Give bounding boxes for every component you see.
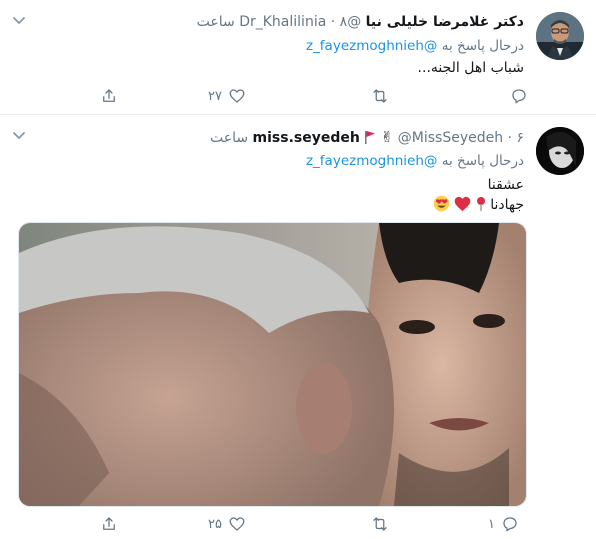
like-count: ۲۷ [208,88,222,104]
replying-to: درحال پاسخ به @z_fayezmoghnieh [30,151,524,171]
display-name[interactable]: دکتر غلامرضا خلیلی نیا [366,14,524,30]
tweet-text: شباب اهل الجنه... [30,58,524,78]
tweet-text-line: شباب اهل الجنه... [417,60,524,76]
tweet-header: miss.seyedeh ✌ @MissSeyedeh · ۶ ساعت [30,127,524,147]
tweet-text-line: جهادنا [490,197,524,213]
share-icon [103,517,115,530]
reply-count: ۱ [488,516,495,532]
heart-icon [229,517,245,531]
display-name[interactable]: miss.seyedeh [253,130,360,146]
tweet-text-line: عشقنا [487,177,524,193]
avatar[interactable] [536,12,584,60]
tweet-header: دکتر غلامرضا خلیلی نیا @Dr_Khalilinia · … [30,12,524,32]
like-button[interactable]: ۲۵ [208,513,246,535]
share-icon [103,89,115,102]
heart-eyes-emoji-icon [433,195,450,212]
like-count: ۲۵ [208,516,222,532]
red-flag-icon [365,131,376,144]
separator-dot: · [330,14,336,30]
reply-mention[interactable]: @z_fayezmoghnieh [306,153,437,169]
retweet-button[interactable] [370,513,396,535]
retweet-button[interactable] [370,85,396,107]
tweet-photo[interactable] [18,222,527,507]
retweet-icon [373,517,387,531]
user-handle[interactable]: @MissSeyedeh [398,130,503,146]
chevron-down-icon[interactable] [12,131,26,141]
heart-icon [229,89,245,103]
heart-emoji-icon [455,196,471,212]
reply-prefix: درحال پاسخ به [441,38,524,54]
tweet-text-line-with-emoji: جهادنا [30,195,524,215]
avatar-photo [536,127,584,175]
chevron-down-icon[interactable] [12,16,26,26]
tweet-1[interactable]: دکتر غلامرضا خلیلی نیا @Dr_Khalilinia · … [0,0,596,115]
share-button[interactable] [100,513,118,535]
share-button[interactable] [100,85,118,107]
separator-dot: · [507,130,513,146]
comment-icon [503,517,517,532]
reply-mention[interactable]: @z_fayezmoghnieh [306,38,437,54]
reply-button[interactable] [510,85,534,107]
tweet-text: عشقنا جهادنا [30,175,524,215]
avatar[interactable] [536,127,584,175]
tweet-actions: ۲۷ [90,85,530,107]
like-button[interactable]: ۲۷ [208,85,246,107]
comment-icon [512,89,526,104]
avatar-photo [536,12,584,60]
photo-image [19,223,526,506]
reply-button[interactable]: ۱ [488,513,519,535]
replying-to: درحال پاسخ به @z_fayezmoghnieh [30,36,524,56]
tweet-2[interactable]: miss.seyedeh ✌ @MissSeyedeh · ۶ ساعت درح… [0,115,596,539]
retweet-icon [373,89,387,103]
pushpin-icon [476,197,485,211]
reply-prefix: درحال پاسخ به [441,153,524,169]
tweet-actions: ۱ ۲۵ [90,513,530,535]
victory-hand-icon: ✌ [380,128,394,146]
